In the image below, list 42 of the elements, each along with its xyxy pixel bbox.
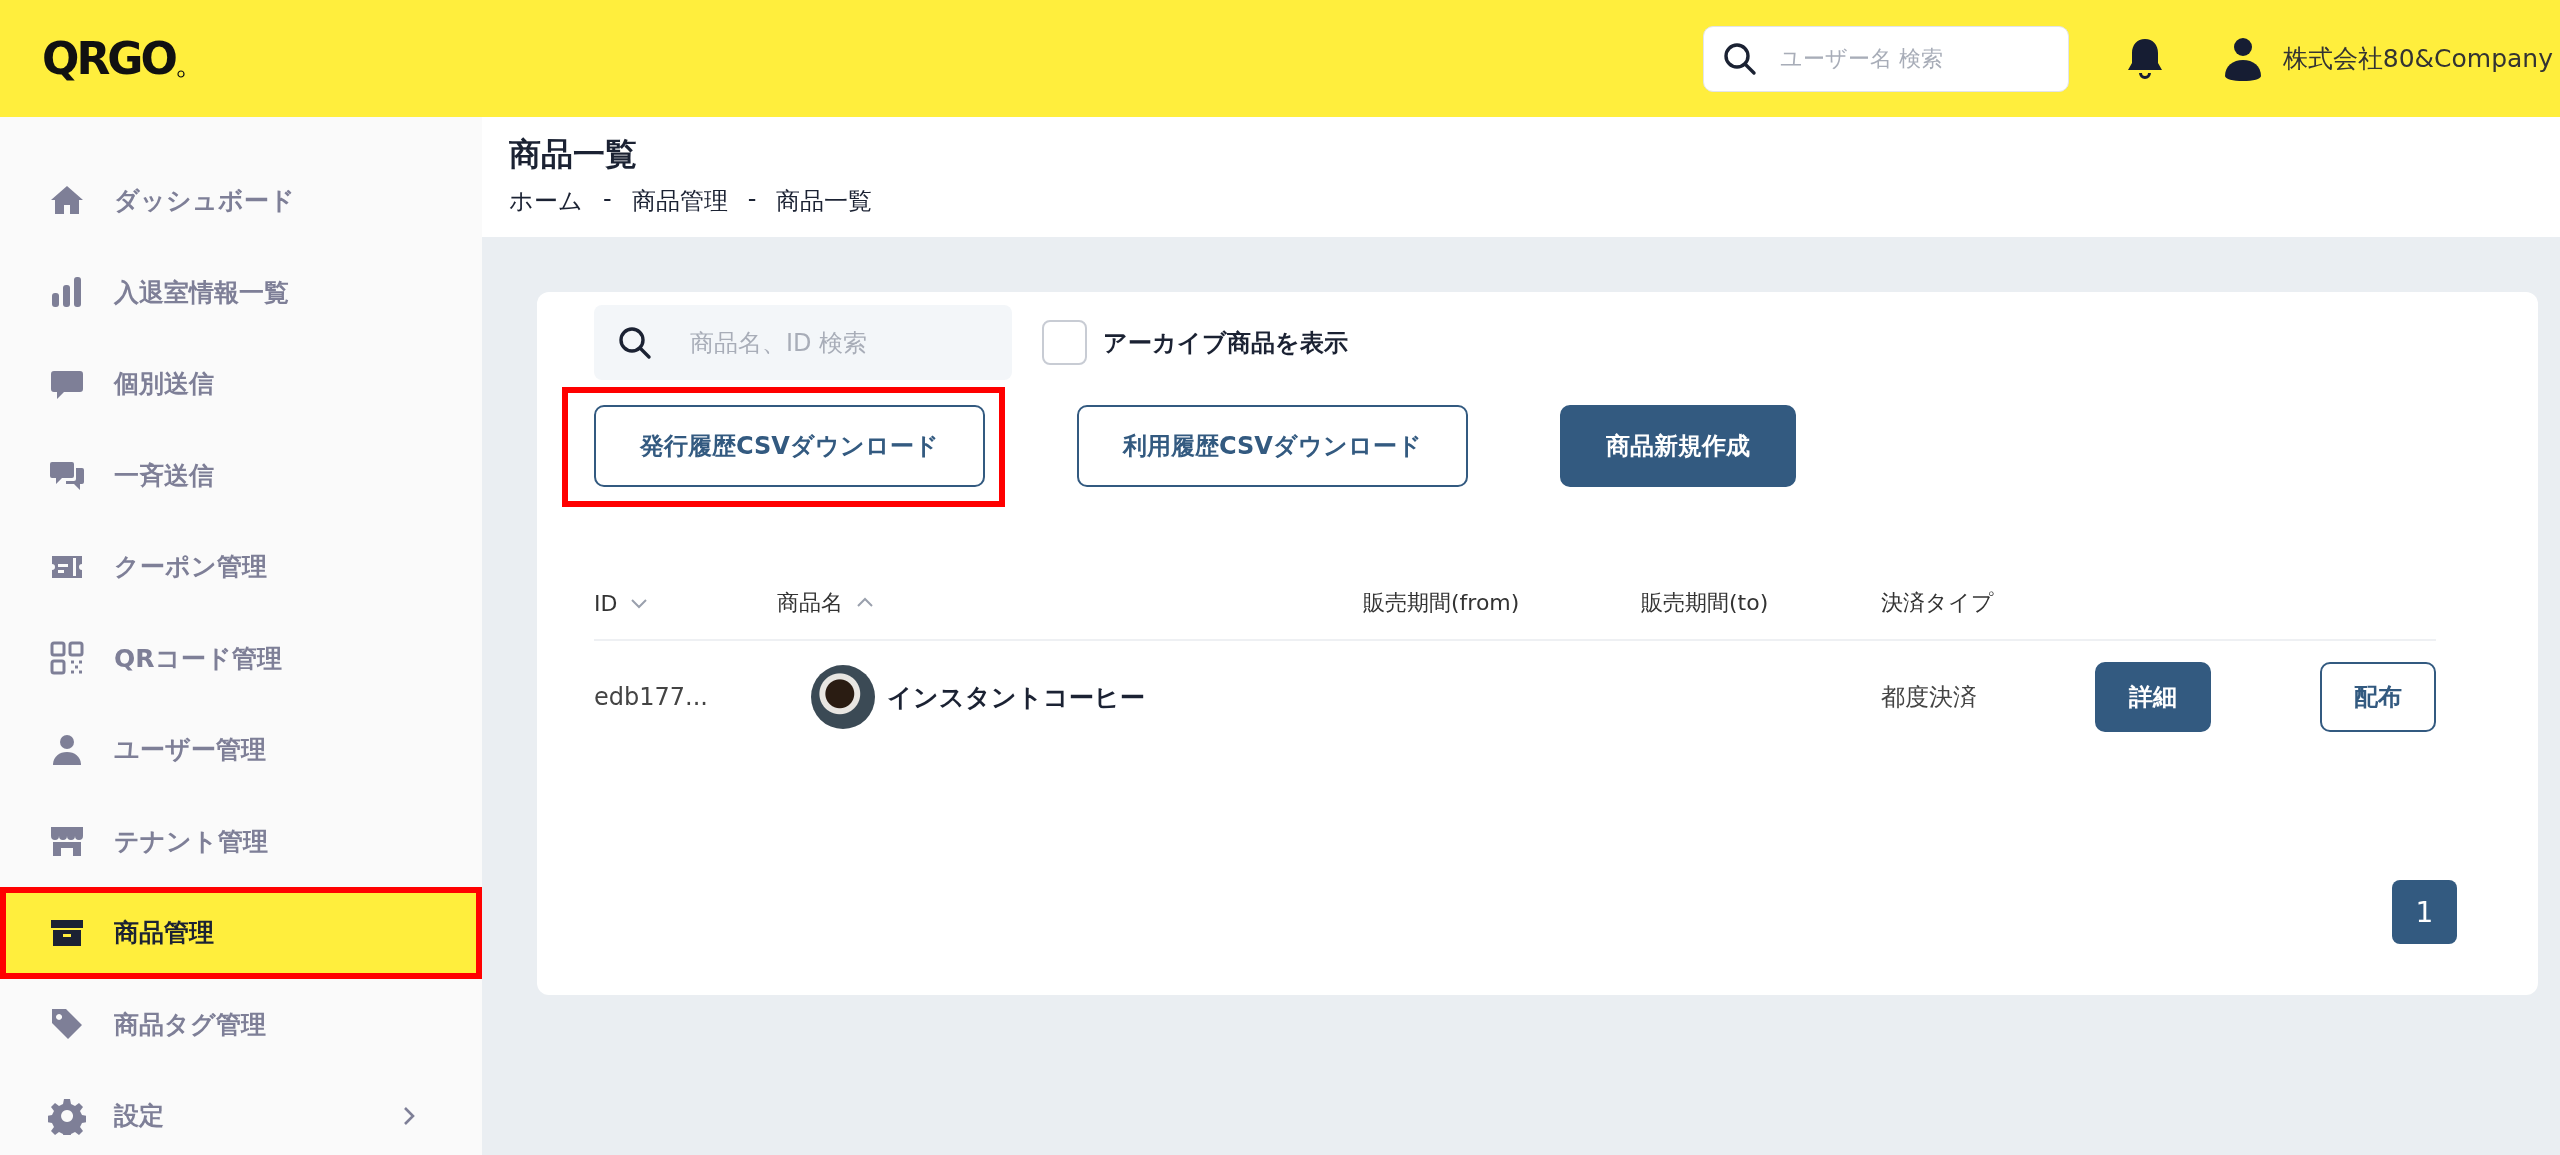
gear-icon bbox=[48, 1096, 86, 1135]
page-button[interactable]: 1 bbox=[2392, 880, 2457, 944]
sidebar-item[interactable]: 入退室情報一覧 bbox=[0, 246, 482, 338]
detail-button[interactable]: 詳細 bbox=[2095, 662, 2211, 732]
sidebar-item[interactable]: クーポン管理 bbox=[0, 521, 482, 613]
sidebar-item[interactable]: ダッシュボード bbox=[0, 155, 482, 247]
search-icon bbox=[1722, 41, 1757, 76]
user-name[interactable]: 株式会社80&Company bbox=[2282, 42, 2553, 75]
column-header[interactable]: 商品名 bbox=[777, 588, 843, 618]
sidebar-item[interactable]: 商品管理 bbox=[0, 887, 482, 979]
user-icon[interactable] bbox=[2222, 35, 2263, 82]
sidebar-item[interactable]: 個別送信 bbox=[0, 338, 482, 430]
qrgo-logo[interactable]: QRGO bbox=[42, 33, 185, 84]
page-title: 商品一覧 bbox=[509, 134, 638, 175]
column-header[interactable]: 決済タイプ bbox=[1881, 588, 1994, 618]
product-search-field[interactable]: 商品名、ID 検索 bbox=[594, 305, 1012, 380]
search-icon bbox=[618, 325, 652, 360]
sidebar-item[interactable]: QRコード管理 bbox=[0, 612, 482, 704]
breadcrumb-link[interactable]: 商品管理 bbox=[631, 185, 728, 217]
breadcrumb-separator: - bbox=[603, 185, 612, 215]
qr-code-icon bbox=[48, 639, 86, 678]
sidebar-item[interactable]: テナント管理 bbox=[0, 795, 482, 887]
sidebar-item[interactable]: 設定 bbox=[0, 1070, 482, 1155]
column-header[interactable]: ID bbox=[594, 590, 618, 616]
column-header[interactable]: 販売期間(from) bbox=[1363, 588, 1520, 618]
payment-type-cell-text: 都度決済 bbox=[1881, 682, 1978, 713]
download-button[interactable]: 利用履歴CSVダウンロード bbox=[1076, 405, 1468, 487]
column-header[interactable]: 販売期間(to) bbox=[1641, 588, 1769, 618]
id-cell-text: edb177... bbox=[594, 682, 709, 713]
breadcrumb-link[interactable]: ホーム bbox=[509, 185, 583, 217]
sidebar-item[interactable]: 一斉送信 bbox=[0, 429, 482, 521]
product-name: インスタントコーヒー bbox=[887, 681, 1145, 714]
sidebar-item[interactable]: ユーザー管理 bbox=[0, 704, 482, 796]
create-button[interactable]: 商品新規作成 bbox=[1559, 405, 1796, 487]
archive-checkbox-label[interactable]: アーカイブ商品を表示 bbox=[1103, 326, 1348, 359]
archive-checkbox[interactable] bbox=[1042, 320, 1087, 365]
breadcrumb-separator: - bbox=[747, 185, 757, 215]
breadcrumb-link[interactable]: 商品一覧 bbox=[776, 185, 873, 217]
download-button[interactable]: 発行履歴CSVダウンロード bbox=[594, 405, 985, 487]
user-search-field[interactable]: ユーザー名 検索 bbox=[1702, 25, 2069, 92]
distribute-button[interactable]: 配布 bbox=[2320, 662, 2436, 732]
sidebar-item[interactable]: 商品タグ管理 bbox=[0, 978, 482, 1070]
